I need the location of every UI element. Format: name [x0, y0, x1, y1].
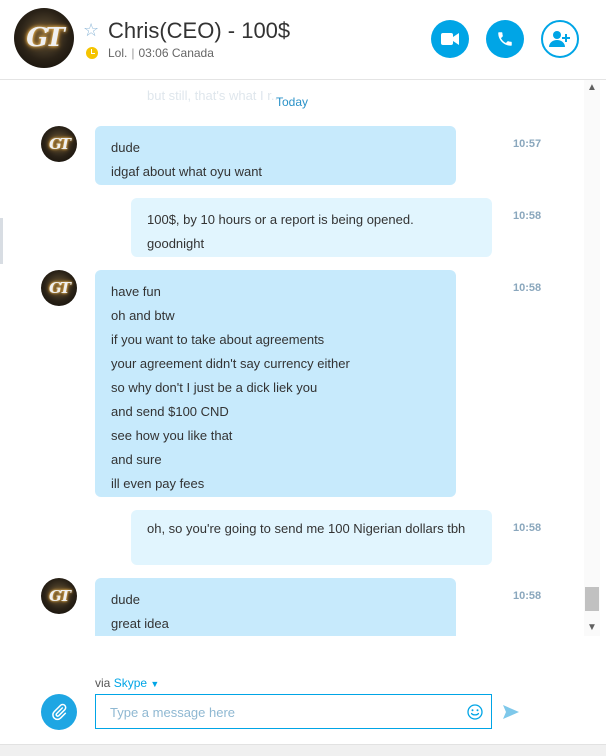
smiley-icon[interactable] — [467, 704, 483, 720]
local-time: 03:06 Canada — [138, 46, 214, 60]
avatar-monogram: GT — [26, 23, 65, 53]
message-line: and sure — [111, 452, 162, 467]
message-line: 100$, by 10 hours or a report is being o… — [147, 212, 414, 227]
attach-button[interactable] — [41, 694, 77, 730]
avatar-monogram: GT — [49, 587, 71, 605]
add-participant-button[interactable] — [541, 20, 579, 58]
message-bubble-outgoing[interactable]: oh, so you're going to send me 100 Niger… — [131, 510, 492, 565]
unread-marker — [0, 218, 3, 264]
message-line: so why don't I just be a dick liek you — [111, 380, 318, 395]
send-icon[interactable] — [503, 705, 519, 719]
status-separator: | — [131, 46, 135, 60]
message-bubble-incoming[interactable]: dude idgaf about what oyu want — [95, 126, 456, 185]
message-bubble-outgoing[interactable]: 100$, by 10 hours or a report is being o… — [131, 198, 492, 257]
status-message: Lol. — [108, 46, 128, 60]
sender-avatar[interactable]: GT — [41, 126, 77, 162]
message-timestamp: 10:57 — [513, 138, 542, 150]
message-line: oh and btw — [111, 308, 175, 323]
message-line: see how you like that — [111, 428, 233, 443]
message-line: great idea — [111, 616, 169, 631]
message-composer: via Skype ▼ — [0, 636, 606, 756]
date-divider: Today — [276, 95, 309, 109]
message-line: oh, so you're going to send me 100 Niger… — [147, 521, 466, 536]
message-line: ill even pay fees — [111, 476, 205, 491]
sender-avatar[interactable]: GT — [41, 270, 77, 306]
clock-icon — [86, 47, 98, 59]
audio-call-button[interactable] — [486, 20, 524, 58]
phone-icon — [498, 32, 512, 46]
scroll-down-arrow-icon[interactable]: ▼ — [584, 622, 600, 634]
sender-avatar[interactable]: GT — [41, 578, 77, 614]
send-via-selector[interactable]: via Skype ▼ — [95, 676, 159, 690]
message-timestamp: 10:58 — [513, 282, 542, 294]
window-bottom-edge — [0, 744, 606, 756]
previous-message-fragment: but still, that's what I r... — [147, 88, 282, 103]
message-timestamp: 10:58 — [513, 210, 542, 222]
conversation-header: GT ☆ Chris(CEO) - 100$ Lol. | 03:06 Canada — [0, 0, 606, 80]
chat-scrollbar[interactable]: ▲ ▼ — [584, 80, 600, 636]
contact-status: Lol. | 03:06 Canada — [108, 46, 214, 60]
chevron-down-icon[interactable]: ▼ — [150, 679, 159, 689]
message-line: goodnight — [147, 236, 205, 251]
message-timestamp: 10:58 — [513, 522, 542, 534]
contact-name[interactable]: Chris(CEO) - 100$ — [108, 18, 290, 44]
video-call-button[interactable] — [431, 20, 469, 58]
paperclip-icon — [52, 703, 67, 721]
avatar-monogram: GT — [49, 279, 71, 297]
message-bubble-incoming[interactable]: have fun oh and btw if you want to take … — [95, 270, 456, 497]
message-line: idgaf about what oyu want — [111, 164, 263, 179]
scroll-thumb[interactable] — [585, 587, 599, 611]
add-person-icon — [549, 31, 570, 47]
message-line: dude — [111, 592, 140, 607]
message-input[interactable] — [110, 703, 450, 721]
via-service[interactable]: Skype — [114, 676, 147, 690]
message-bubble-incoming[interactable]: dude great idea — [95, 578, 456, 636]
avatar-monogram: GT — [49, 135, 71, 153]
message-line: your agreement didn't say currency eithe… — [111, 356, 350, 371]
message-line: dude — [111, 140, 140, 155]
message-input-box[interactable] — [95, 694, 492, 729]
contact-avatar[interactable]: GT — [14, 8, 74, 68]
video-camera-icon — [441, 33, 459, 45]
message-line: and send $100 CND — [111, 404, 229, 419]
scroll-up-arrow-icon[interactable]: ▲ — [584, 82, 600, 94]
message-history[interactable]: but still, that's what I r... Today GT d… — [0, 80, 584, 636]
message-timestamp: 10:58 — [513, 590, 542, 602]
via-label: via — [95, 676, 111, 690]
message-line: have fun — [111, 284, 161, 299]
star-icon[interactable]: ☆ — [83, 20, 99, 40]
message-line: if you want to take about agreements — [111, 332, 325, 347]
